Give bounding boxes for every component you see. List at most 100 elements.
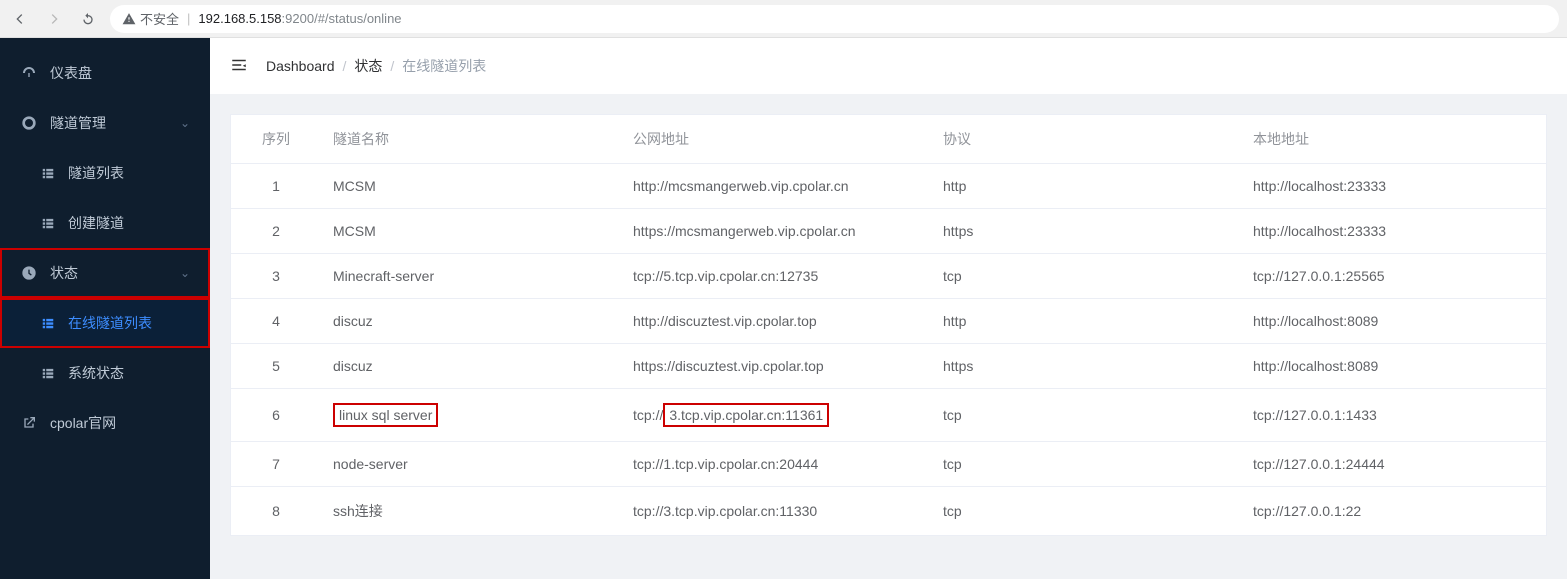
cell-local: tcp://127.0.0.1:25565: [1241, 254, 1546, 299]
cell-proto: tcp: [931, 254, 1241, 299]
nav-back-button[interactable]: [8, 7, 32, 31]
cell-local: http://localhost:23333: [1241, 164, 1546, 209]
cell-seq: 4: [231, 299, 321, 344]
main-area: Dashboard / 状态 / 在线隧道列表 序列 隧道名称 公: [210, 38, 1567, 579]
cell-proto: http: [931, 164, 1241, 209]
sidebar-item-system-status[interactable]: 系统状态: [0, 348, 210, 398]
sidebar-item-label: 隧道管理: [50, 113, 106, 133]
sidebar-item-label: cpolar官网: [50, 413, 116, 433]
topbar: Dashboard / 状态 / 在线隧道列表: [210, 38, 1567, 94]
external-link-icon: [20, 414, 38, 432]
cell-name: node-server: [321, 442, 621, 487]
cell-public: tcp://5.tcp.vip.cpolar.cn:12735: [621, 254, 931, 299]
dashboard-icon: [20, 64, 38, 82]
cell-public: http://mcsmangerweb.vip.cpolar.cn: [621, 164, 931, 209]
cell-proto: tcp: [931, 442, 1241, 487]
sidebar-item-label: 在线隧道列表: [68, 313, 152, 333]
app-root: 仪表盘 隧道管理 ⌄ 隧道列表 创建隧道 状态 ⌄ 在线隧道列表 系统状态: [0, 38, 1567, 579]
chevron-down-icon: ⌄: [180, 116, 190, 130]
list-icon: [40, 215, 56, 231]
cell-name: linux sql server: [321, 389, 621, 442]
warning-icon: [122, 12, 136, 26]
cell-name: discuz: [321, 344, 621, 389]
breadcrumb-dashboard[interactable]: Dashboard: [266, 58, 335, 74]
highlight-box: 3.tcp.vip.cpolar.cn:11361: [663, 403, 829, 427]
sidebar-item-label: 创建隧道: [68, 213, 124, 233]
url-host: 192.168.5.158: [198, 11, 281, 26]
reload-button[interactable]: [76, 7, 100, 31]
nav-forward-button[interactable]: [42, 7, 66, 31]
not-secure-text: 不安全: [140, 9, 179, 28]
cell-seq: 3: [231, 254, 321, 299]
sidebar-item-cpolar-site[interactable]: cpolar官网: [0, 398, 210, 448]
breadcrumb-sep: /: [390, 58, 394, 74]
sidebar-item-dashboard[interactable]: 仪表盘: [0, 48, 210, 98]
cell-public: tcp://3.tcp.vip.cpolar.cn:11330: [621, 487, 931, 536]
cell-public: tcp://1.tcp.vip.cpolar.cn:20444: [621, 442, 931, 487]
table-row[interactable]: 8ssh连接tcp://3.tcp.vip.cpolar.cn:11330tcp…: [231, 487, 1546, 536]
breadcrumb: Dashboard / 状态 / 在线隧道列表: [266, 56, 486, 76]
cell-local: tcp://127.0.0.1:1433: [1241, 389, 1546, 442]
sidebar-toggle-button[interactable]: [230, 56, 248, 77]
cell-local: tcp://127.0.0.1:24444: [1241, 442, 1546, 487]
cell-seq: 6: [231, 389, 321, 442]
table-row[interactable]: 4discuzhttp://discuztest.vip.cpolar.toph…: [231, 299, 1546, 344]
cell-proto: tcp: [931, 487, 1241, 536]
table-row[interactable]: 3Minecraft-servertcp://5.tcp.vip.cpolar.…: [231, 254, 1546, 299]
th-name: 隧道名称: [321, 115, 621, 164]
cell-public: https://mcsmangerweb.vip.cpolar.cn: [621, 209, 931, 254]
th-seq: 序列: [231, 115, 321, 164]
sidebar-item-status[interactable]: 状态 ⌄: [0, 248, 210, 298]
th-proto: 协议: [931, 115, 1241, 164]
th-public: 公网地址: [621, 115, 931, 164]
cell-name: MCSM: [321, 209, 621, 254]
sidebar-item-label: 状态: [50, 263, 78, 283]
cell-public: https://discuztest.vip.cpolar.top: [621, 344, 931, 389]
arrow-left-icon: [12, 11, 28, 27]
cell-local: http://localhost:8089: [1241, 299, 1546, 344]
cell-local: http://localhost:23333: [1241, 209, 1546, 254]
highlight-box: linux sql server: [333, 403, 438, 427]
chevron-down-icon: ⌄: [180, 266, 190, 280]
url-path: :9200/#/status/online: [282, 11, 402, 26]
list-icon: [40, 165, 56, 181]
list-icon: [40, 315, 56, 331]
not-secure-badge: 不安全: [122, 9, 179, 28]
th-local: 本地地址: [1241, 115, 1546, 164]
breadcrumb-status[interactable]: 状态: [354, 56, 382, 76]
tunnel-table: 序列 隧道名称 公网地址 协议 本地地址 1MCSMhttp://mcsmang…: [230, 114, 1547, 536]
sidebar-item-tunnel-list[interactable]: 隧道列表: [0, 148, 210, 198]
table-row[interactable]: 7node-servertcp://1.tcp.vip.cpolar.cn:20…: [231, 442, 1546, 487]
arrow-right-icon: [46, 11, 62, 27]
table-row[interactable]: 2MCSMhttps://mcsmangerweb.vip.cpolar.cnh…: [231, 209, 1546, 254]
table-row[interactable]: 6 linux sql server tcp://3.tcp.vip.cpolar.…: [231, 389, 1546, 442]
sidebar-item-label: 隧道列表: [68, 163, 124, 183]
table-row[interactable]: 5discuzhttps://discuztest.vip.cpolar.top…: [231, 344, 1546, 389]
menu-collapse-icon: [230, 56, 248, 74]
sidebar-item-online-tunnels[interactable]: 在线隧道列表: [0, 298, 210, 348]
cell-proto: https: [931, 209, 1241, 254]
cell-seq: 2: [231, 209, 321, 254]
breadcrumb-current: 在线隧道列表: [402, 56, 486, 76]
address-bar[interactable]: 不安全 | 192.168.5.158:9200/#/status/online: [110, 5, 1559, 33]
cell-local: tcp://127.0.0.1:22: [1241, 487, 1546, 536]
status-icon: [20, 264, 38, 282]
address-divider: |: [187, 11, 190, 26]
sidebar-item-label: 仪表盘: [50, 63, 92, 83]
cell-seq: 8: [231, 487, 321, 536]
sidebar-item-tunnel-management[interactable]: 隧道管理 ⌄: [0, 98, 210, 148]
sidebar-item-create-tunnel[interactable]: 创建隧道: [0, 198, 210, 248]
cell-proto: http: [931, 299, 1241, 344]
cell-seq: 5: [231, 344, 321, 389]
tunnel-icon: [20, 114, 38, 132]
breadcrumb-sep: /: [343, 58, 347, 74]
list-icon: [40, 365, 56, 381]
cell-name: Minecraft-server: [321, 254, 621, 299]
table-row[interactable]: 1MCSMhttp://mcsmangerweb.vip.cpolar.cnht…: [231, 164, 1546, 209]
cell-proto: tcp: [931, 389, 1241, 442]
reload-icon: [80, 11, 96, 27]
cell-seq: 7: [231, 442, 321, 487]
cell-seq: 1: [231, 164, 321, 209]
content: 序列 隧道名称 公网地址 协议 本地地址 1MCSMhttp://mcsmang…: [210, 94, 1567, 579]
cell-public: tcp://3.tcp.vip.cpolar.cn:11361: [621, 389, 931, 442]
